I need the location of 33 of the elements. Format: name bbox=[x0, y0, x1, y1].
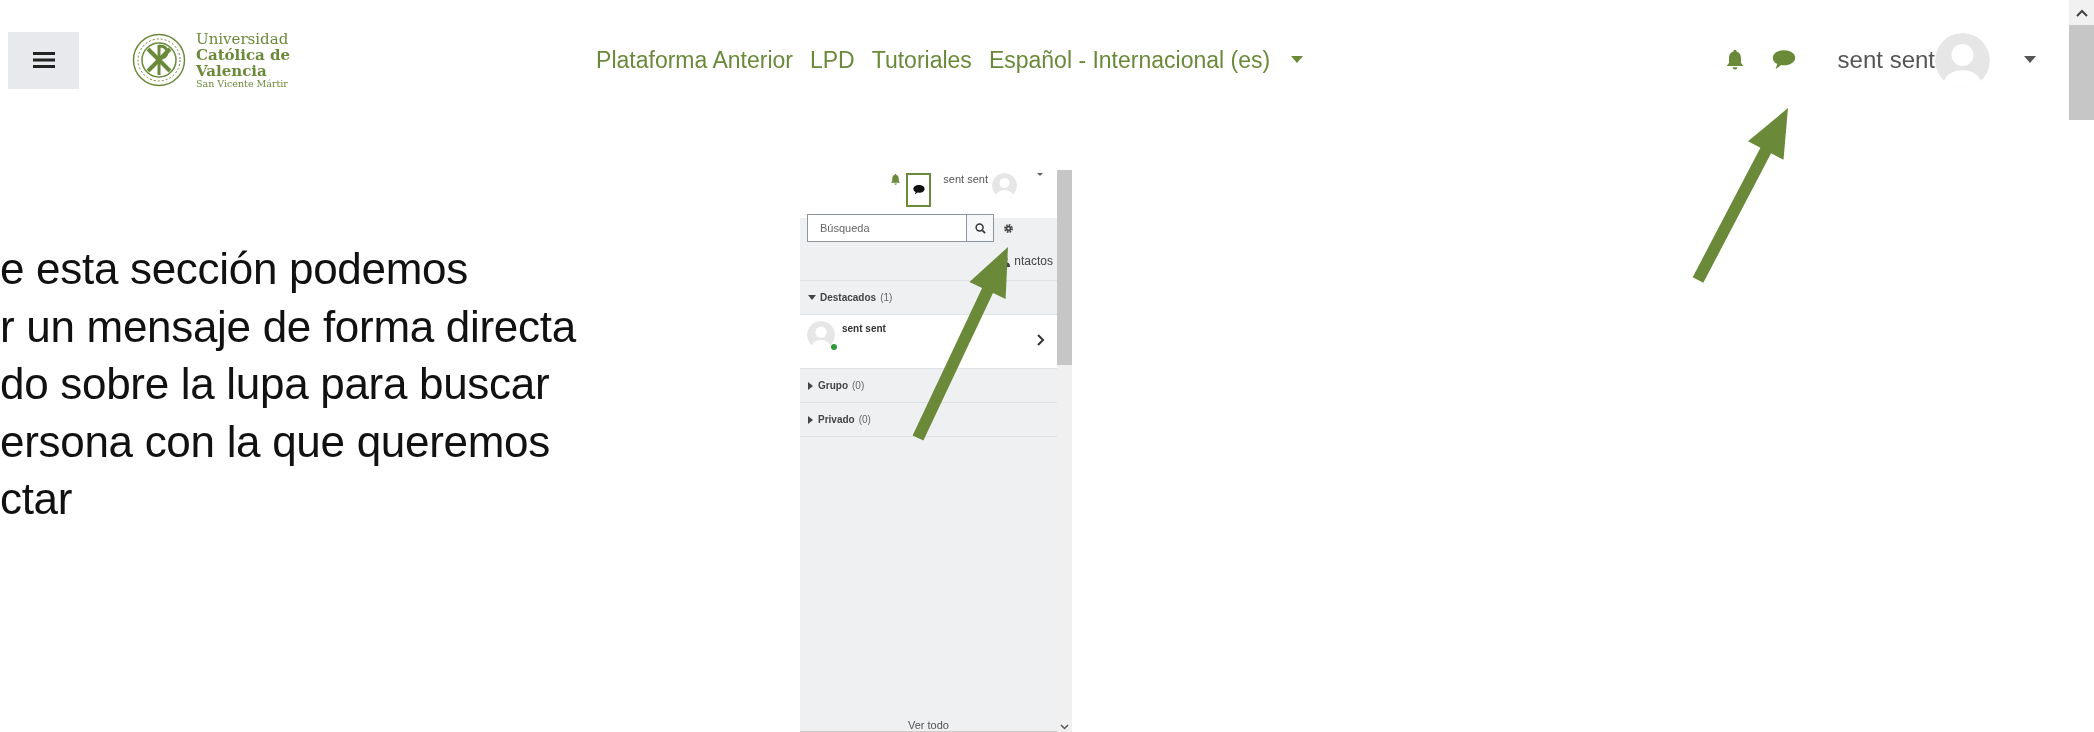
bell-icon[interactable] bbox=[889, 173, 903, 186]
messages-button[interactable] bbox=[906, 173, 932, 207]
chevron-down-icon[interactable] bbox=[1057, 722, 1072, 732]
menu-button[interactable] bbox=[8, 31, 79, 89]
contact-row[interactable]: sent sent bbox=[800, 315, 1057, 369]
nav-link[interactable]: Plataforma Anterior bbox=[596, 46, 793, 74]
avatar-icon bbox=[1935, 32, 1990, 88]
scroll-up-icon[interactable] bbox=[2075, 8, 2088, 17]
scrollbar-thumb[interactable] bbox=[1057, 170, 1072, 365]
chevron-right-icon[interactable] bbox=[1037, 334, 1045, 346]
search-button[interactable] bbox=[967, 214, 994, 242]
caret-icon[interactable] bbox=[1037, 173, 1043, 177]
nav-link[interactable]: LPD bbox=[810, 46, 855, 74]
logo-text: Universidad Católica de Valencia San Vicente Mártir bbox=[196, 30, 291, 90]
user-name[interactable]: sent sent bbox=[943, 173, 988, 185]
nav-link[interactable]: Tutoriales bbox=[871, 46, 972, 74]
settings-icon[interactable] bbox=[1003, 222, 1014, 234]
instruction-text: e esta sección podemos r un mensaje de forma directa do sobre la lupa para buscar ersona con la que queremos ctar bbox=[0, 243, 578, 525]
emblem-icon bbox=[132, 33, 186, 87]
avatar-icon bbox=[992, 173, 1017, 198]
caret-icon[interactable] bbox=[2024, 56, 2036, 64]
search-field[interactable]: Búsqueda bbox=[807, 214, 967, 242]
contact-name: sent sent bbox=[842, 323, 886, 334]
search-icon bbox=[974, 222, 986, 234]
view-all-link[interactable]: Ver todo bbox=[908, 719, 949, 731]
avatar-icon bbox=[807, 321, 835, 349]
user-name[interactable]: sent sent bbox=[1837, 46, 1935, 74]
caret-icon[interactable] bbox=[1291, 56, 1304, 64]
chat-icon[interactable] bbox=[911, 183, 926, 197]
language-dropdown[interactable]: Español - Internacional (es) bbox=[988, 46, 1271, 74]
scrollbar-thumb[interactable] bbox=[2069, 25, 2094, 120]
contacts-link[interactable]: ntactos bbox=[1014, 254, 1053, 268]
menu-icon bbox=[32, 51, 55, 69]
